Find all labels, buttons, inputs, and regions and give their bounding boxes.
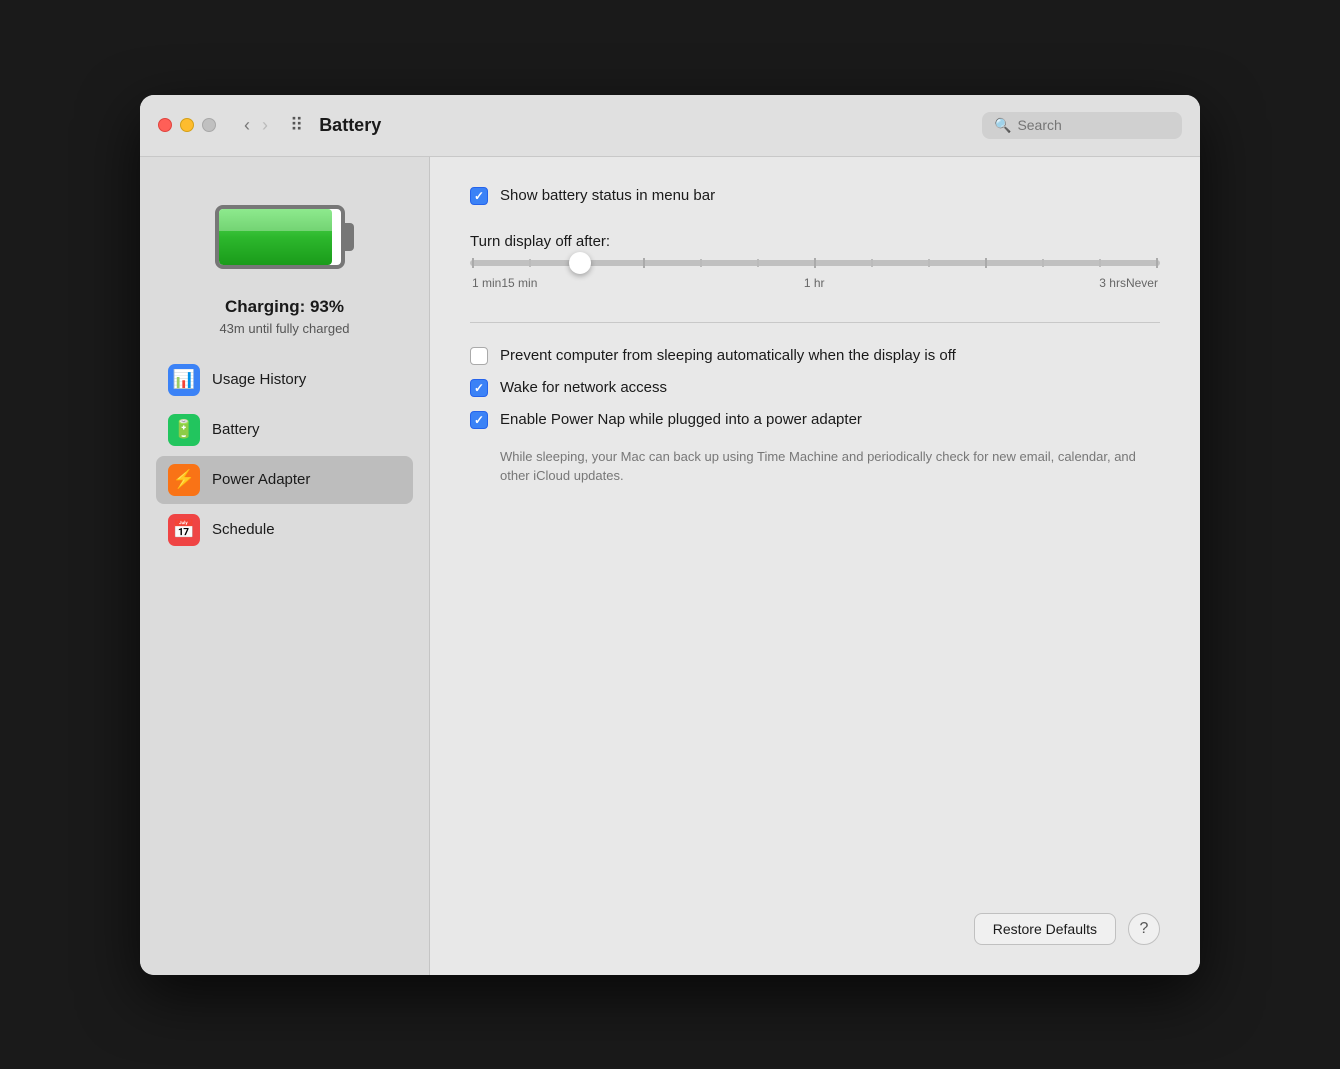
display-off-slider-section: Turn display off after:: [470, 233, 1160, 290]
help-button[interactable]: ?: [1128, 913, 1160, 945]
tick-never: Never: [1126, 276, 1158, 290]
forward-button[interactable]: ›: [258, 114, 272, 136]
battery-fill: [219, 209, 332, 265]
sidebar-item-power-adapter[interactable]: ⚡ Power Adapter: [156, 456, 413, 504]
schedule-label: Schedule: [212, 521, 275, 538]
wake-network-row: Wake for network access: [470, 379, 1160, 397]
traffic-lights: [158, 118, 216, 132]
battery-time-remaining: 43m until fully charged: [219, 321, 349, 336]
show-battery-status-checkbox[interactable]: [470, 187, 488, 205]
sidebar: Charging: 93% 43m until fully charged 📊 …: [140, 157, 430, 975]
battery-sheen: [219, 209, 332, 231]
window-title: Battery: [319, 115, 970, 136]
tick-1min: 1 min: [472, 276, 501, 290]
sidebar-item-usage-history[interactable]: 📊 Usage History: [156, 356, 413, 404]
battery-terminal: [344, 223, 354, 251]
prevent-sleep-row: Prevent computer from sleeping automatic…: [470, 347, 1160, 365]
system-preferences-window: ‹ › ⠿ Battery 🔍 Charging: 93% 43m until …: [140, 95, 1200, 975]
power-adapter-icon: ⚡: [168, 464, 200, 496]
battery-label: Battery: [212, 421, 260, 438]
battery-body: [215, 205, 345, 269]
battery-icon-nav: 🔋: [168, 414, 200, 446]
back-button[interactable]: ‹: [240, 114, 254, 136]
usage-history-label: Usage History: [212, 371, 306, 388]
divider: [470, 322, 1160, 323]
sidebar-item-battery[interactable]: 🔋 Battery: [156, 406, 413, 454]
titlebar: ‹ › ⠿ Battery 🔍: [140, 95, 1200, 157]
slider-ticks: 1 min 15 min 1 hr 3 hrs Never: [470, 276, 1160, 290]
tick-3hrs: 3 hrs: [1099, 276, 1126, 290]
bottom-bar: Restore Defaults ?: [470, 883, 1160, 945]
wake-network-label: Wake for network access: [500, 379, 667, 396]
nav-buttons: ‹ ›: [240, 114, 272, 136]
tick-15min: 15 min: [501, 276, 537, 290]
show-battery-status-label: Show battery status in menu bar: [500, 187, 715, 204]
usage-history-icon: 📊: [168, 364, 200, 396]
schedule-icon: 📅: [168, 514, 200, 546]
grid-icon[interactable]: ⠿: [290, 115, 303, 136]
slider-thumb[interactable]: [569, 252, 591, 274]
close-button[interactable]: [158, 118, 172, 132]
sidebar-item-schedule[interactable]: 📅 Schedule: [156, 506, 413, 554]
battery-charging-status: Charging: 93%: [225, 297, 344, 317]
wake-network-checkbox[interactable]: [470, 379, 488, 397]
turn-display-off-label: Turn display off after:: [470, 233, 1160, 250]
power-nap-row: Enable Power Nap while plugged into a po…: [470, 411, 1160, 429]
maximize-button[interactable]: [202, 118, 216, 132]
restore-defaults-button[interactable]: Restore Defaults: [974, 913, 1116, 945]
sidebar-nav: 📊 Usage History 🔋 Battery ⚡ Power Adapte…: [140, 356, 429, 554]
main-content: Charging: 93% 43m until fully charged 📊 …: [140, 157, 1200, 975]
power-nap-description: While sleeping, your Mac can back up usi…: [500, 447, 1160, 486]
power-nap-checkbox[interactable]: [470, 411, 488, 429]
right-panel: Show battery status in menu bar Turn dis…: [430, 157, 1200, 975]
search-bar[interactable]: 🔍: [982, 112, 1182, 139]
tick-1hr: 1 hr: [804, 276, 825, 290]
power-nap-label: Enable Power Nap while plugged into a po…: [500, 411, 862, 428]
battery-icon: [210, 197, 360, 277]
power-adapter-label: Power Adapter: [212, 471, 310, 488]
slider-track[interactable]: [470, 260, 1160, 266]
search-input[interactable]: [1017, 117, 1170, 133]
prevent-sleep-label: Prevent computer from sleeping automatic…: [500, 347, 956, 364]
show-battery-status-row: Show battery status in menu bar: [470, 187, 1160, 205]
minimize-button[interactable]: [180, 118, 194, 132]
prevent-sleep-checkbox[interactable]: [470, 347, 488, 365]
search-icon: 🔍: [994, 117, 1011, 134]
